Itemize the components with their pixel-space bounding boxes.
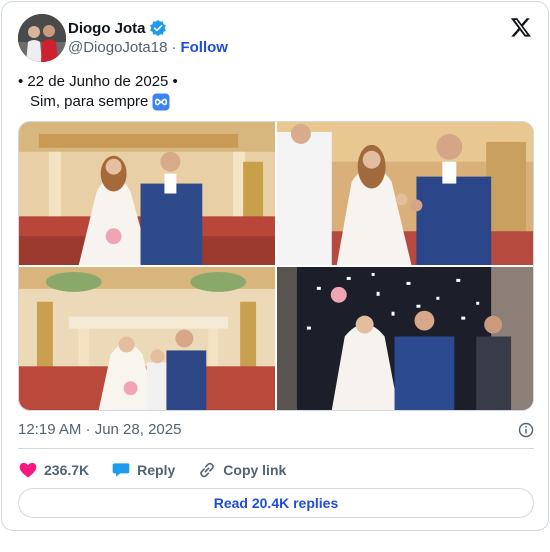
handle-row: @DiogoJota18 · Follow (68, 39, 228, 56)
author-name-text[interactable]: Diogo Jota (68, 20, 146, 37)
separator-dot: · (171, 39, 177, 56)
reply-bubble-icon (112, 463, 130, 477)
copy-link-button[interactable]: Copy link (197, 460, 286, 480)
tweet-text: • 22 de Junho de 2025 • Sim, para sempre (18, 72, 178, 112)
infinity-icon (152, 93, 170, 111)
reply-button[interactable]: Reply (111, 460, 175, 480)
read-replies-label: Read 20.4K replies (213, 495, 339, 511)
tweet-line-message: Sim, para sempre (18, 92, 178, 112)
photo-wedding-confetti-exit[interactable] (277, 267, 533, 410)
like-button[interactable]: 236.7K (18, 460, 89, 480)
photo-wedding-altar-portrait[interactable] (19, 122, 275, 265)
read-replies-button[interactable]: Read 20.4K replies (18, 488, 534, 518)
tweet-card: Diogo Jota @DiogoJota18 · Follow • 22 de… (1, 1, 549, 531)
x-logo-icon[interactable] (510, 16, 532, 38)
link-icon (200, 462, 215, 478)
follow-button[interactable]: Follow (180, 39, 228, 56)
action-bar: 236.7K Reply Copy link (18, 459, 308, 481)
info-icon[interactable] (518, 422, 534, 438)
author-name[interactable]: Diogo Jota (68, 19, 167, 37)
photo-wedding-altar-with-child[interactable] (19, 267, 275, 410)
tweet-line-date: • 22 de Junho de 2025 • (18, 73, 178, 90)
author-handle[interactable]: @DiogoJota18 (68, 39, 167, 56)
media-grid (18, 121, 534, 411)
photo-wedding-ring-celebration[interactable] (277, 122, 533, 265)
tweet-message-text: Sim, para sempre (30, 93, 149, 110)
like-count: 236.7K (44, 462, 90, 478)
avatar[interactable] (18, 14, 66, 62)
copy-link-label: Copy link (223, 462, 287, 478)
reply-label: Reply (137, 462, 176, 478)
timestamp[interactable]: 12:19 AM · Jun 28, 2025 (18, 421, 181, 438)
timestamp-row: 12:19 AM · Jun 28, 2025 (18, 421, 534, 438)
divider (18, 448, 534, 449)
heart-icon (19, 462, 37, 478)
verified-badge-icon (149, 19, 166, 37)
